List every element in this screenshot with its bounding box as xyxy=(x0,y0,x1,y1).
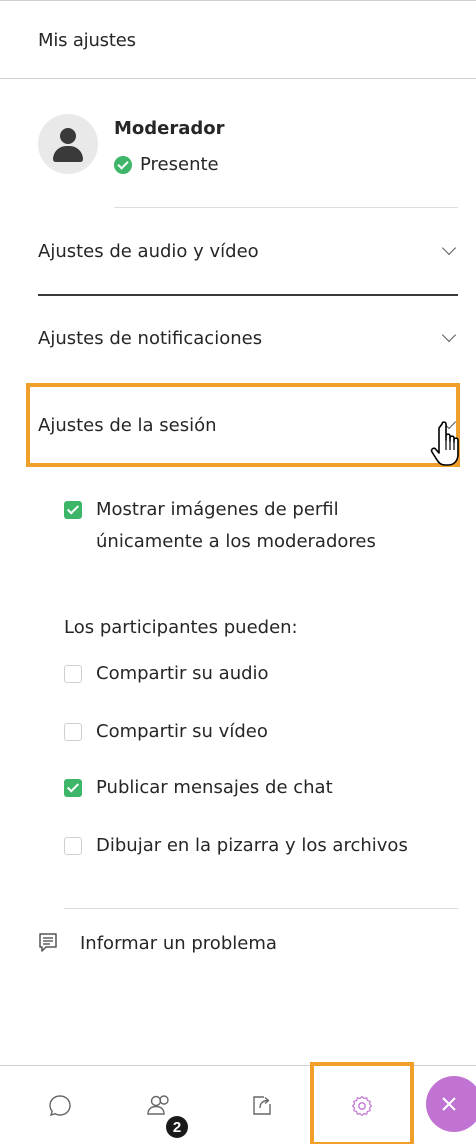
participants-heading: Los participantes pueden: xyxy=(64,617,298,638)
participants-icon xyxy=(147,1094,169,1115)
draw-whiteboard-checkbox[interactable] xyxy=(64,837,82,855)
profile-images-option[interactable]: Mostrar imágenes de perfil únicamente a … xyxy=(64,494,376,558)
report-problem-icon xyxy=(39,933,57,952)
active-tab-highlight xyxy=(310,1062,414,1144)
section-notifications[interactable]: Ajustes de notificaciones xyxy=(38,316,458,360)
report-problem-link[interactable]: Informar un problema xyxy=(38,932,277,954)
status-label: Presente xyxy=(140,154,219,175)
option-post-chat[interactable]: Publicar mensajes de chat xyxy=(64,772,333,804)
top-divider xyxy=(0,0,476,1)
chevron-down-icon[interactable] xyxy=(440,329,458,347)
share-video-label: Compartir su vídeo xyxy=(96,721,268,742)
header-divider xyxy=(0,78,476,79)
section-notifications-label: Ajustes de notificaciones xyxy=(38,327,263,349)
option-share-video[interactable]: Compartir su vídeo xyxy=(64,716,268,748)
user-name: Moderador xyxy=(114,118,225,139)
profile-images-label-line2: únicamente a los moderadores xyxy=(96,531,376,552)
options-divider xyxy=(64,908,458,909)
section-audio-video-label: Ajustes de audio y vídeo xyxy=(38,240,259,262)
post-chat-checkbox[interactable] xyxy=(64,779,82,797)
user-divider xyxy=(114,207,458,208)
chevron-down-icon[interactable] xyxy=(440,242,458,260)
present-check-icon xyxy=(114,155,132,174)
option-draw-whiteboard[interactable]: Dibujar en la pizarra y los archivos xyxy=(64,830,408,862)
avatar-body-icon xyxy=(53,146,83,162)
share-audio-checkbox[interactable] xyxy=(64,665,82,683)
section-divider xyxy=(38,294,458,296)
close-icon xyxy=(442,1097,456,1111)
post-chat-label: Publicar mensajes de chat xyxy=(96,777,333,798)
my-settings-panel: Mis ajustes Moderador Presente Ajustes d… xyxy=(0,0,476,1144)
option-share-audio[interactable]: Compartir su audio xyxy=(64,658,269,690)
user-status: Presente xyxy=(114,154,219,175)
section-session-label: Ajustes de la sesión xyxy=(38,414,217,436)
profile-images-checkbox[interactable] xyxy=(64,501,82,519)
share-content-icon xyxy=(253,1095,271,1115)
tab-share-content[interactable] xyxy=(232,1066,292,1144)
avatar-head-icon xyxy=(60,128,76,144)
avatar xyxy=(38,114,98,174)
close-panel-button[interactable] xyxy=(426,1076,476,1132)
tab-chat[interactable] xyxy=(30,1066,90,1144)
participants-count-badge: 2 xyxy=(166,1116,188,1138)
share-video-checkbox[interactable] xyxy=(64,723,82,741)
chat-icon xyxy=(49,1094,71,1116)
profile-images-label-line1: Mostrar imágenes de perfil xyxy=(96,499,339,520)
draw-whiteboard-label: Dibujar en la pizarra y los archivos xyxy=(96,835,408,856)
report-problem-label: Informar un problema xyxy=(80,932,277,954)
profile-images-label: Mostrar imágenes de perfil únicamente a … xyxy=(96,494,376,558)
share-audio-label: Compartir su audio xyxy=(96,663,269,684)
section-audio-video[interactable]: Ajustes de audio y vídeo xyxy=(38,229,458,273)
panel-title: Mis ajustes xyxy=(38,30,136,51)
section-session[interactable]: Ajustes de la sesión xyxy=(38,403,458,447)
hand-pointer-cursor-icon xyxy=(430,421,459,466)
